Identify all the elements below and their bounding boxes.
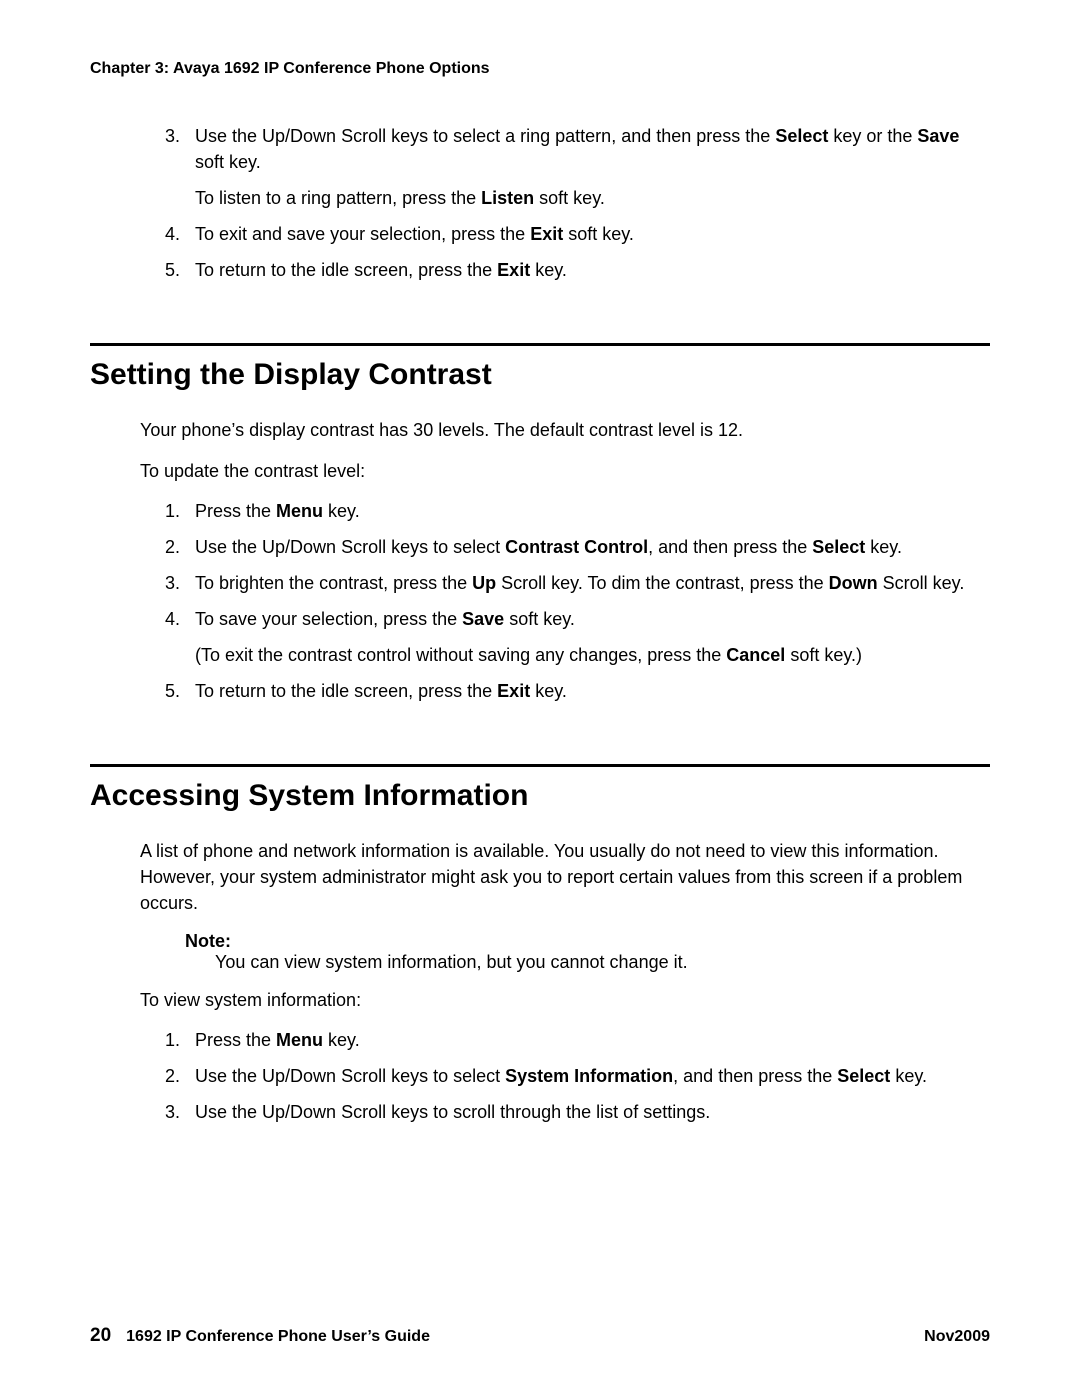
list-number: 1.	[165, 498, 180, 524]
list-text: Use the Up/Down Scroll keys to select Co…	[195, 537, 902, 557]
list-item: 1. Press the Menu key.	[165, 498, 990, 524]
list-subtext: To listen to a ring pattern, press the L…	[195, 185, 990, 211]
list-text: Use the Up/Down Scroll keys to scroll th…	[195, 1102, 710, 1122]
list-item: 5. To return to the idle screen, press t…	[165, 257, 990, 283]
list-text: Use the Up/Down Scroll keys to select Sy…	[195, 1066, 927, 1086]
paragraph: Your phone’s display contrast has 30 lev…	[90, 417, 990, 443]
list-item: 3. Use the Up/Down Scroll keys to scroll…	[165, 1099, 990, 1125]
section-heading-sysinfo: Accessing System Information	[90, 779, 990, 813]
list-number: 5.	[165, 678, 180, 704]
page-number: 20	[90, 1325, 111, 1347]
paragraph: To update the contrast level:	[90, 458, 990, 484]
footer-date: Nov2009	[924, 1328, 990, 1346]
contrast-ordered-list: 1. Press the Menu key. 2. Use the Up/Dow…	[90, 498, 990, 705]
list-text: To exit and save your selection, press t…	[195, 224, 634, 244]
list-number: 2.	[165, 534, 180, 560]
section-divider	[90, 764, 990, 767]
list-item: 4. To save your selection, press the Sav…	[165, 606, 990, 668]
list-number: 5.	[165, 257, 180, 283]
note-label: Note:	[185, 931, 990, 952]
list-item: 1. Press the Menu key.	[165, 1027, 990, 1053]
list-text: Use the Up/Down Scroll keys to select a …	[195, 126, 959, 172]
page-footer: 20 1692 IP Conference Phone User’s Guide…	[90, 1325, 990, 1347]
list-text: To return to the idle screen, press the …	[195, 260, 567, 280]
list-number: 1.	[165, 1027, 180, 1053]
top-ordered-list: 3. Use the Up/Down Scroll keys to select…	[90, 123, 990, 283]
chapter-header: Chapter 3: Avaya 1692 IP Conference Phon…	[90, 60, 990, 78]
list-text: To return to the idle screen, press the …	[195, 681, 567, 701]
list-text: To save your selection, press the Save s…	[195, 609, 575, 629]
list-number: 4.	[165, 606, 180, 632]
list-text: Press the Menu key.	[195, 1030, 360, 1050]
footer-left: 20 1692 IP Conference Phone User’s Guide	[90, 1325, 430, 1347]
list-number: 3.	[165, 1099, 180, 1125]
list-item: 2. Use the Up/Down Scroll keys to select…	[165, 1063, 990, 1089]
note-block: Note: You can view system information, b…	[90, 931, 990, 973]
list-number: 2.	[165, 1063, 180, 1089]
paragraph: A list of phone and network information …	[90, 838, 990, 916]
list-text: Press the Menu key.	[195, 501, 360, 521]
list-text: To brighten the contrast, press the Up S…	[195, 573, 964, 593]
footer-title: 1692 IP Conference Phone User’s Guide	[126, 1328, 430, 1346]
list-item: 3. To brighten the contrast, press the U…	[165, 570, 990, 596]
section-divider	[90, 343, 990, 346]
list-subtext: (To exit the contrast control without sa…	[195, 642, 990, 668]
list-number: 3.	[165, 570, 180, 596]
note-text: You can view system information, but you…	[185, 952, 990, 973]
document-page: Chapter 3: Avaya 1692 IP Conference Phon…	[0, 0, 1080, 1397]
list-item: 2. Use the Up/Down Scroll keys to select…	[165, 534, 990, 560]
list-number: 4.	[165, 221, 180, 247]
sysinfo-ordered-list: 1. Press the Menu key. 2. Use the Up/Dow…	[90, 1027, 990, 1125]
section-heading-contrast: Setting the Display Contrast	[90, 358, 990, 392]
paragraph: To view system information:	[90, 987, 990, 1013]
list-item: 3. Use the Up/Down Scroll keys to select…	[165, 123, 990, 211]
list-number: 3.	[165, 123, 180, 149]
list-item: 5. To return to the idle screen, press t…	[165, 678, 990, 704]
list-item: 4. To exit and save your selection, pres…	[165, 221, 990, 247]
